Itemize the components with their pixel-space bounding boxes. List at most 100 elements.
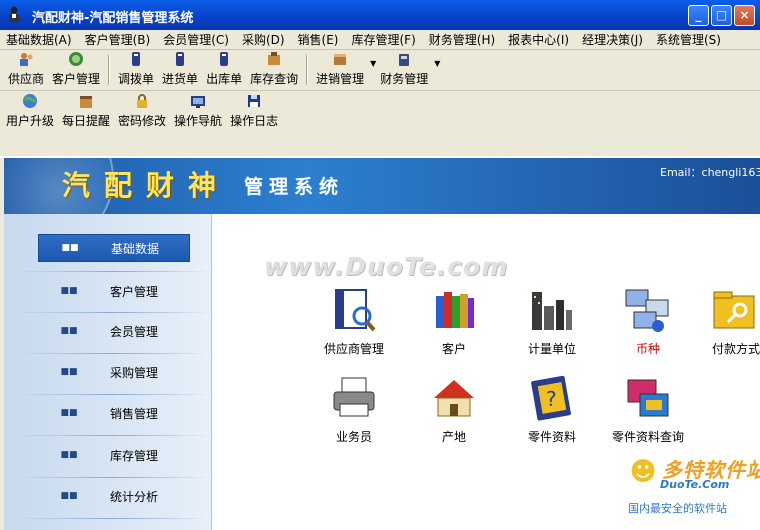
toolbar-label: 用户升级 <box>6 114 55 128</box>
toolbar-divider <box>0 134 760 158</box>
toolbar-label: 库存查询 <box>250 72 299 86</box>
globe-icon <box>22 93 38 109</box>
window-title: 汽配财神-汽配销售管理系统 <box>32 11 194 26</box>
grid-dots-icon: ■■ <box>60 408 78 418</box>
menu-finance[interactable]: 财务管理(H) <box>429 31 495 48</box>
stockin-icon <box>172 51 188 67</box>
reminder-icon <box>78 93 94 109</box>
sidebar-divider <box>14 435 210 436</box>
sidebar-item-label: 销售管理 <box>110 406 159 421</box>
grid-dots-icon: ■■ <box>60 367 78 377</box>
toolbar-label: 每日提醒 <box>62 114 111 128</box>
grid-dots-icon: ■■ <box>61 243 79 253</box>
sidebar-item-label: 库存管理 <box>110 448 159 463</box>
app-parts-data[interactable]: ? 零件资料 <box>506 372 598 452</box>
title-bar[interactable]: 汽配财神-汽配销售管理系统 _ □ × <box>0 0 760 30</box>
toolbar-log-button[interactable]: 操作日志 <box>226 94 282 132</box>
inventory-query-icon <box>266 51 282 67</box>
toolbar-transfer-button[interactable]: 调拨单 <box>114 51 158 90</box>
sidebar-item-customer[interactable]: ■■ 客户管理 <box>38 277 190 305</box>
toolbar-separator <box>108 55 111 85</box>
sidebar-item-member[interactable]: ■■ 会员管理 <box>38 317 190 345</box>
trade-management-icon <box>332 51 348 67</box>
toolbar-stockin-button[interactable]: 进货单 <box>158 51 202 90</box>
app-currency[interactable]: 币种 <box>602 284 694 364</box>
toolbar-upgrade-button[interactable]: 用户升级 <box>2 94 58 132</box>
sidebar-item-label: 基础数据 <box>111 241 160 256</box>
duote-logo: ☻ 多特软件站 DuoTe.Com 国内最安全的软件站 <box>624 450 760 530</box>
sidebar-item-inventory[interactable]: ■■ 库存管理 <box>38 441 190 469</box>
app-salesperson[interactable]: 业务员 <box>308 372 400 452</box>
menu-bar: 基础数据(A) 客户管理(B) 会员管理(C) 采购(D) 销售(E) 库存管理… <box>0 30 760 50</box>
header-banner: 汽配财神 管理系统 Email：chengli1638 <box>4 158 760 214</box>
app-unit[interactable]: 计量单位 <box>506 284 598 364</box>
toolbar-label: 密码修改 <box>118 114 167 128</box>
supplier-document-icon <box>330 286 378 334</box>
maximize-button[interactable]: □ <box>711 5 732 26</box>
minimize-button[interactable]: _ <box>688 5 709 26</box>
menu-customer[interactable]: 客户管理(B) <box>85 31 151 48</box>
logo-slogan: 国内最安全的软件站 <box>628 502 727 515</box>
sidebar-divider <box>14 353 210 354</box>
app-customer[interactable]: 客户 <box>408 284 500 364</box>
svg-text:?: ? <box>546 387 557 411</box>
app-label: 币种 <box>635 342 660 356</box>
toolbar-stockout-button[interactable]: 出库单 <box>202 51 246 90</box>
banner-title: 汽配财神 <box>62 169 231 202</box>
toolbar-label: 客户管理 <box>52 72 101 86</box>
toolbar-inventory-query-button[interactable]: 库存查询 <box>246 51 302 90</box>
sidebar-item-sales[interactable]: ■■ 销售管理 <box>38 399 190 427</box>
buildings-icon <box>528 286 576 334</box>
sidebar-item-purchase[interactable]: ■■ 采购管理 <box>38 358 190 386</box>
toolbar-trade-management-button[interactable]: 进销管理 <box>312 51 368 90</box>
logo-site: DuoTe.Com <box>660 478 730 491</box>
stockout-icon <box>216 51 232 67</box>
sidebar-divider <box>14 312 210 313</box>
app-supplier-management[interactable]: 供应商管理 <box>308 284 400 364</box>
app-label: 零件资料查询 <box>611 430 684 444</box>
computer-network-icon <box>624 286 672 334</box>
app-label: 计量单位 <box>527 342 576 356</box>
menu-purchase[interactable]: 采购(D) <box>242 31 285 48</box>
toolbar-password-button[interactable]: 密码修改 <box>114 94 170 132</box>
sidebar-item-statistics[interactable]: ■■ 统计分析 <box>38 482 190 510</box>
app-payment-method[interactable]: 付款方式 <box>690 284 760 364</box>
watermark-text: www.DuoTe.com <box>264 252 509 281</box>
toolbar-customer-button[interactable]: 客户管理 <box>48 51 104 90</box>
customer-icon <box>68 51 84 67</box>
toolbar-daily-reminder-button[interactable]: 每日提醒 <box>58 94 114 132</box>
main-panel: www.DuoTe.com 供应商管理 客户 计量单位 币种 付款方式 业务员 … <box>212 214 760 530</box>
sidebar-item-label: 客户管理 <box>110 284 159 299</box>
app-parts-query[interactable]: 零件资料查询 <box>602 372 694 452</box>
app-label: 业务员 <box>335 430 372 444</box>
toolbar-finance-management-button[interactable]: 财务管理 <box>376 51 432 90</box>
toolbar-label: 供应商 <box>8 72 45 86</box>
toolbar-label: 调拨单 <box>118 72 155 86</box>
toolbar-navigation-button[interactable]: 操作导航 <box>170 94 226 132</box>
close-button[interactable]: × <box>734 5 755 26</box>
menu-basic-data[interactable]: 基础数据(A) <box>6 31 72 48</box>
menu-inventory[interactable]: 库存管理(F) <box>352 31 416 48</box>
supplier-icon <box>18 51 34 67</box>
dropdown-arrow-icon[interactable]: ▼ <box>434 59 440 68</box>
sidebar-divider <box>14 271 210 272</box>
help-book-icon: ? <box>528 374 576 422</box>
printer-icon <box>330 374 378 422</box>
toolbar-label: 出库单 <box>206 72 243 86</box>
sidebar-item-label: 采购管理 <box>110 365 159 380</box>
sidebar-item-basic-data[interactable]: ■■ 基础数据 <box>38 234 190 262</box>
menu-reports[interactable]: 报表中心(I) <box>508 31 569 48</box>
menu-member[interactable]: 会员管理(C) <box>163 31 229 48</box>
transfer-icon <box>128 51 144 67</box>
main-toolbar: 供应商 客户管理 调拨单 进货单 出库单 库存查询 进销管理 ▼ 财务管理 ▼ <box>0 51 760 91</box>
lock-icon <box>134 93 150 109</box>
menu-system[interactable]: 系统管理(S) <box>656 31 721 48</box>
menu-manager[interactable]: 经理决策(J) <box>582 31 643 48</box>
app-origin[interactable]: 产地 <box>408 372 500 452</box>
app-icon <box>6 6 22 23</box>
grid-dots-icon: ■■ <box>60 491 78 501</box>
app-label: 零件资料 <box>527 430 576 444</box>
menu-sales[interactable]: 销售(E) <box>298 31 339 48</box>
folder-key-icon <box>712 286 760 334</box>
toolbar-supplier-button[interactable]: 供应商 <box>4 51 48 90</box>
